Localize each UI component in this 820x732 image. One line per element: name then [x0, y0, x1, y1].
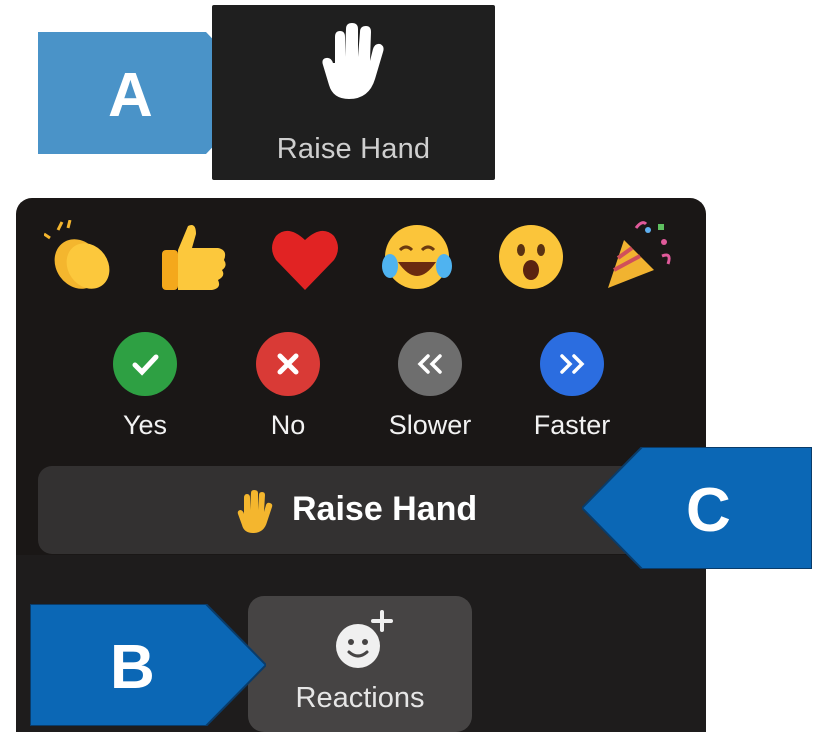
raise-hand-toolbar-label: Raise Hand [276, 133, 431, 165]
raised-hand-icon [322, 23, 384, 99]
slower-button[interactable] [398, 332, 462, 396]
party-popper-icon[interactable] [602, 218, 676, 292]
heart-icon[interactable] [268, 222, 342, 296]
raise-hand-toolbar-button[interactable]: Raise Hand [212, 5, 495, 180]
callout-b-letter: B [110, 633, 155, 702]
reactions-button[interactable]: Reactions [248, 596, 472, 732]
raise-hand-label: Raise Hand [292, 490, 478, 528]
surprised-face-icon[interactable] [494, 220, 568, 294]
double-chevron-right-icon [560, 354, 585, 374]
raised-hand-emoji-icon [237, 490, 273, 533]
faster-label: Faster [533, 410, 611, 440]
tears-of-joy-icon[interactable] [380, 220, 454, 294]
checkmark-icon [132, 354, 159, 376]
reactions-label: Reactions [295, 682, 425, 714]
double-chevron-left-icon [417, 354, 442, 374]
thumbs-up-icon[interactable] [158, 220, 232, 294]
callout-c: C [582, 447, 812, 569]
callout-b: B [30, 604, 266, 726]
slower-label: Slower [388, 410, 472, 440]
x-icon [277, 353, 299, 375]
add-reaction-icon [336, 610, 393, 668]
faster-button[interactable] [540, 332, 604, 396]
clapping-hands-icon[interactable] [44, 220, 118, 294]
yes-label: Yes [122, 410, 168, 440]
callout-a-letter: A [108, 61, 153, 130]
yes-button[interactable] [113, 332, 177, 396]
no-button[interactable] [256, 332, 320, 396]
no-label: No [270, 410, 306, 440]
callout-c-letter: C [686, 476, 731, 545]
